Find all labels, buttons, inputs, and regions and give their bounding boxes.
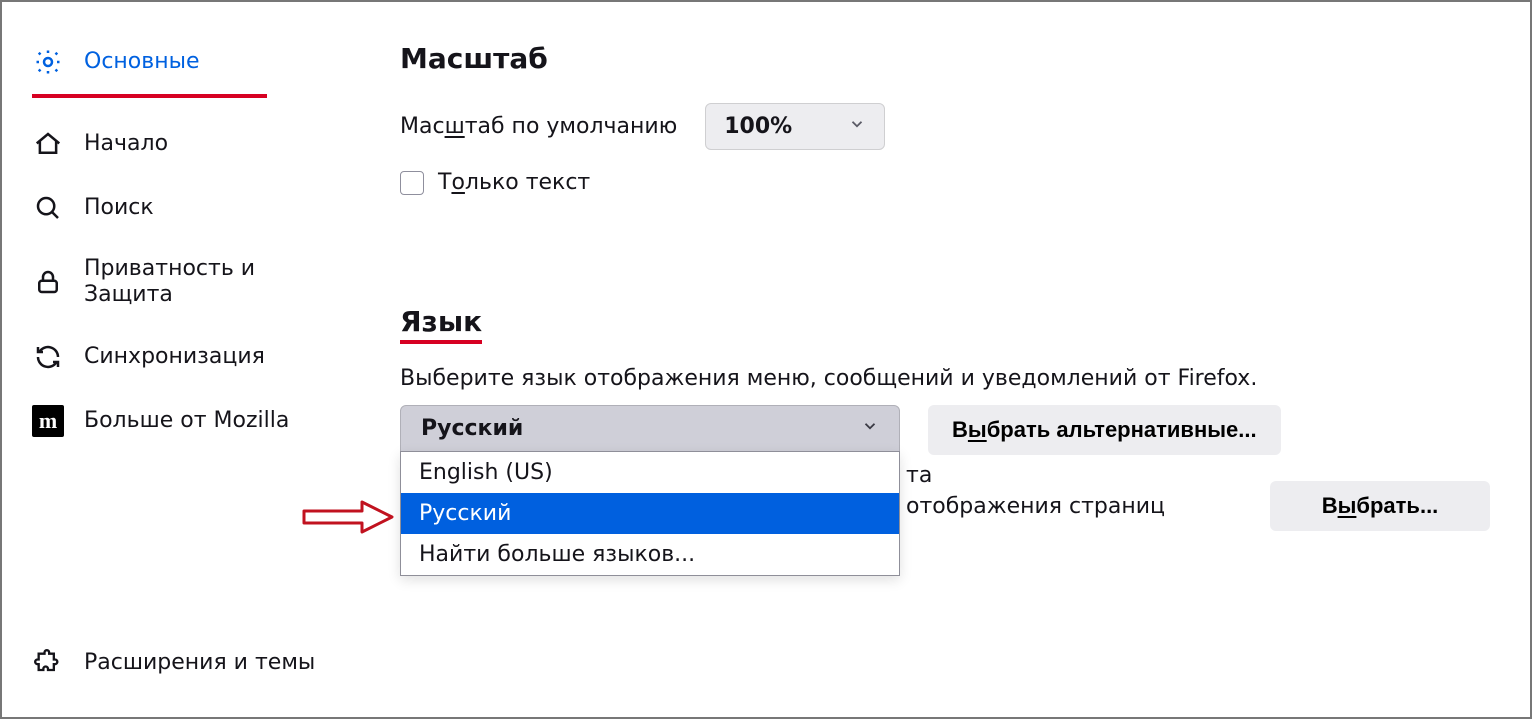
puzzle-icon <box>32 647 64 679</box>
sidebar-item-label: Приватность и Защита <box>84 256 344 309</box>
zoom-value: 100% <box>724 114 792 139</box>
language-dropdown: English (US) Русский Найти больше языков… <box>400 451 900 576</box>
sidebar: Основные Начало Поиск <box>2 2 344 717</box>
language-select[interactable]: Русский English (US) Русский Найти больш… <box>400 405 900 452</box>
sidebar-item-label: Основные <box>84 49 200 75</box>
language-option[interactable]: English (US) <box>401 452 899 493</box>
language-option-more[interactable]: Найти больше языков... <box>401 534 899 575</box>
zoom-select[interactable]: 100% <box>705 103 885 150</box>
text-only-checkbox[interactable] <box>400 171 424 195</box>
language-selected: Русский <box>421 416 523 441</box>
sidebar-item-privacy[interactable]: Приватность и Защита <box>32 246 344 319</box>
sidebar-item-label: Расширения и темы <box>84 650 315 676</box>
text-only-label: Только текст <box>438 170 590 195</box>
language-description: Выберите язык отображения меню, сообщени… <box>400 366 1490 391</box>
zoom-default-label: Масштаб по умолчанию <box>400 114 677 139</box>
sidebar-item-general[interactable]: Основные <box>32 36 344 88</box>
sidebar-item-mozilla[interactable]: m Больше от Mozilla <box>32 395 344 447</box>
sidebar-item-sync[interactable]: Синхронизация <box>32 331 344 383</box>
lock-icon <box>32 266 64 298</box>
language-option-selected[interactable]: Русский <box>401 493 899 534</box>
pref-lang-partial-text: отображения страниц <box>906 494 1165 519</box>
sidebar-item-label: Поиск <box>84 195 154 221</box>
chevron-down-icon <box>861 416 879 441</box>
sync-icon <box>32 341 64 373</box>
zoom-heading: Масштаб <box>400 42 1490 75</box>
language-heading: Язык <box>400 305 482 338</box>
sidebar-item-label: Синхронизация <box>84 344 265 370</box>
choose-languages-button[interactable]: Выбрать... <box>1270 481 1490 531</box>
mozilla-icon: m <box>32 405 64 437</box>
sidebar-item-label: Начало <box>84 131 168 157</box>
gear-icon <box>32 46 64 78</box>
search-icon <box>32 192 64 224</box>
sidebar-item-home[interactable]: Начало <box>32 118 344 170</box>
home-icon <box>32 128 64 160</box>
sidebar-item-search[interactable]: Поиск <box>32 182 344 234</box>
sidebar-item-label: Больше от Mozilla <box>84 408 289 434</box>
chevron-down-icon <box>848 114 866 139</box>
sidebar-item-extensions[interactable]: Расширения и темы <box>32 637 344 689</box>
set-alternatives-button[interactable]: Выбрать альтернативные... <box>928 405 1281 455</box>
main-pane: Масштаб Масштаб по умолчанию 100% Только… <box>344 2 1530 717</box>
annotation-underline <box>32 94 267 98</box>
